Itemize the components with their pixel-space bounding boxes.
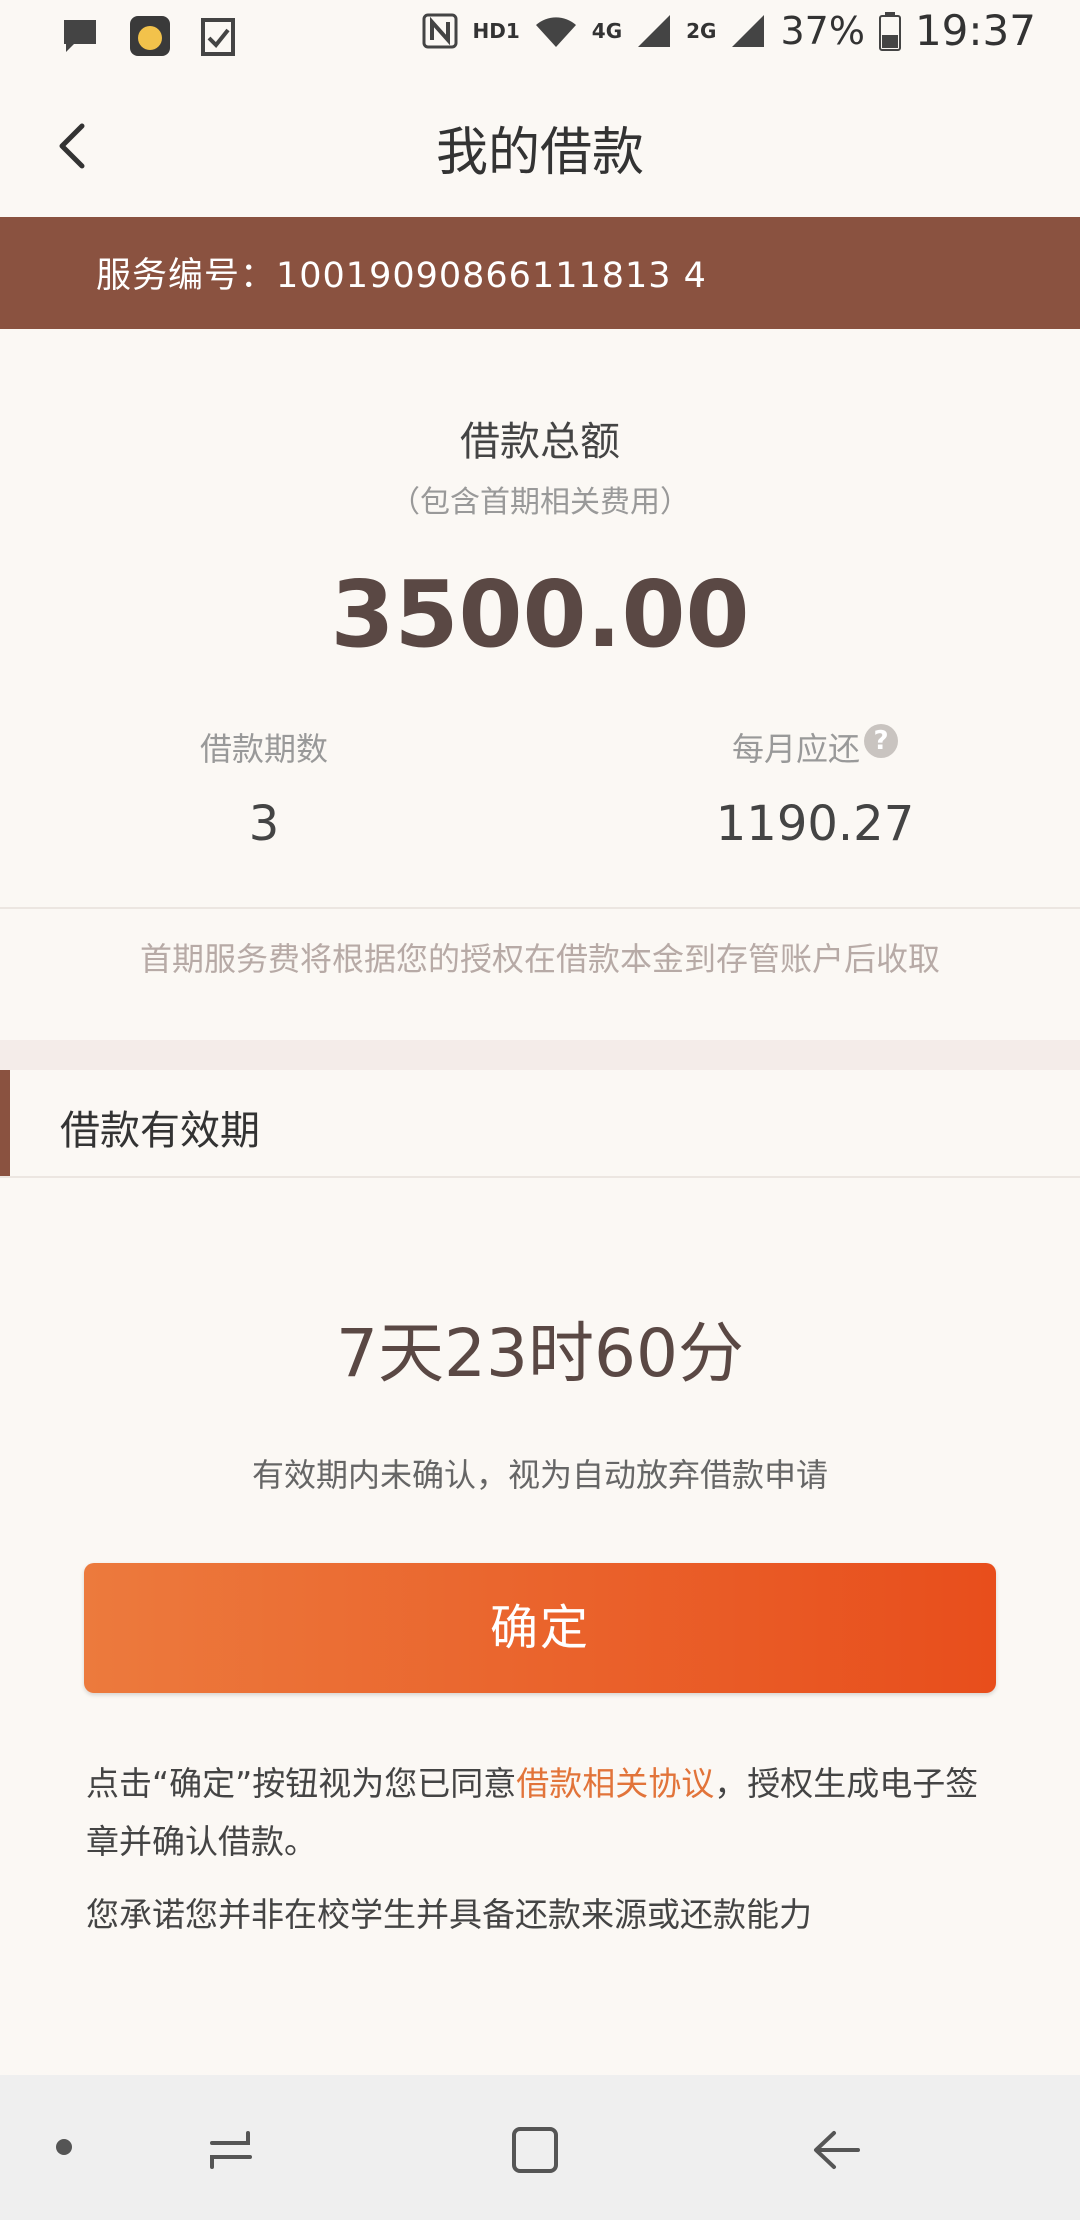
battery-percent: 37% [780, 8, 865, 53]
validity-note: 有效期内未确认，视为自动放弃借款申请 [251, 1456, 828, 1494]
help-icon[interactable]: ? [864, 724, 898, 758]
battery-icon [878, 11, 901, 51]
system-nav-bar [0, 2075, 1080, 2220]
status-left-icons [60, 14, 236, 58]
home-icon[interactable] [510, 2125, 560, 2175]
total-label: 借款总额 [460, 419, 620, 465]
signal-icon [638, 14, 671, 47]
fee-note: 首期服务费将根据您的授权在借款本金到存管账户后收取 [139, 940, 940, 978]
checklist-icon [201, 18, 235, 56]
signal-icon [732, 14, 765, 47]
monthly-value: 1190.27 [715, 796, 915, 852]
confirm-button[interactable]: 确定 [84, 1563, 996, 1693]
hd-label: HD1 [472, 18, 520, 43]
loan-summary: 借款总额 （包含首期相关费用） 3500.00 借款期数 3 每月应还? 119… [0, 329, 1080, 978]
status-bar: HD1 4G 2G 37% 19:37 [0, 0, 1080, 72]
periods-block: 借款期数 3 [160, 724, 368, 852]
nav-back-icon[interactable] [812, 2125, 862, 2175]
nfc-icon [422, 13, 458, 48]
promise-text: 您承诺您并非在校学生并具备还款来源或还款能力 [86, 1895, 812, 1934]
section-gap [0, 1040, 1080, 1070]
status-right: HD1 4G 2G 37% 19:37 [421, 6, 1036, 55]
network-4g-label: 4G [591, 18, 623, 43]
page-title: 我的借款 [435, 123, 644, 183]
periods-label: 借款期数 [199, 730, 328, 768]
divider [0, 907, 1080, 909]
agreement-link[interactable]: 借款相关协议 [516, 1764, 714, 1803]
agreement-text: 点击“确定”按钮视为您已同意借款相关协议，授权生成电子签章并确认借款。 [86, 1755, 996, 1871]
network-2g-label: 2G [686, 18, 717, 43]
app-header: 我的借款 [0, 72, 1080, 217]
validity-section-title: 借款有效期 [60, 1108, 260, 1154]
divider [0, 1176, 1080, 1178]
periods-value: 3 [248, 796, 280, 852]
monthly-block: 每月应还? 1190.27 [690, 724, 940, 852]
service-number: 服务编号：10019090866111813 4 [96, 256, 707, 296]
section-accent-bar [0, 1070, 10, 1176]
monthly-label-row: 每月应还? [690, 724, 940, 770]
recent-apps-icon[interactable] [206, 2125, 256, 2175]
agreement-prefix: 点击“确定”按钮视为您已同意 [86, 1764, 517, 1803]
total-sub-label: （包含首期相关费用） [390, 485, 690, 520]
clock: 19:37 [914, 6, 1036, 55]
service-number-band: 服务编号：10019090866111813 4 [0, 217, 1080, 329]
validity-section-header: 借款有效期 [0, 1070, 1080, 1176]
monthly-label: 每月应还 [731, 730, 860, 768]
nav-dot-icon[interactable] [56, 2139, 72, 2155]
message-icon [64, 20, 96, 52]
wifi-icon [535, 16, 576, 47]
app-icon [130, 16, 170, 56]
validity-countdown: 7天23时60分 [336, 1315, 744, 1392]
total-amount: 3500.00 [330, 561, 750, 668]
